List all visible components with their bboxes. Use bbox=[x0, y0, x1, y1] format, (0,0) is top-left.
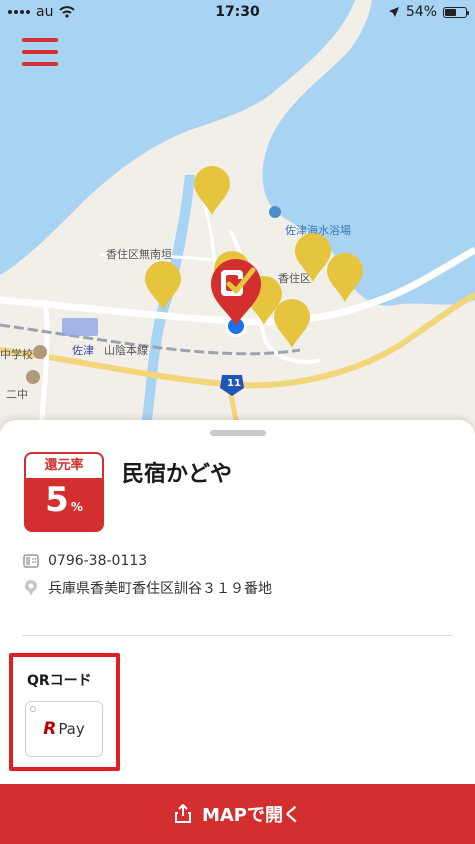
reward-rate-value: 5 bbox=[45, 480, 69, 520]
section-divider bbox=[22, 635, 453, 636]
phone-row[interactable]: 0796-38-0113 bbox=[22, 552, 147, 570]
rakuten-pay-logo: R Pay bbox=[43, 719, 85, 739]
reward-rate-badge: 還元率 5% bbox=[24, 452, 104, 532]
shop-address: 兵庫県香美町香住区訓谷３１９番地 bbox=[48, 581, 272, 597]
status-bar: au 17:30 54% bbox=[0, 0, 475, 24]
rakuten-r-mark: R bbox=[43, 719, 57, 739]
phone-icon bbox=[22, 552, 40, 570]
location-arrow-icon bbox=[388, 7, 399, 17]
map-label-station: 佐津 bbox=[72, 344, 94, 357]
map-label-rail: 山陰本線 bbox=[104, 344, 148, 357]
hamburger-menu-icon[interactable] bbox=[22, 38, 58, 66]
battery-percent: 54% bbox=[405, 4, 437, 20]
rakuten-pay-card[interactable]: R Pay bbox=[25, 701, 103, 757]
map-pin-icon[interactable] bbox=[272, 298, 312, 350]
address-row: 兵庫県香美町香住区訓谷３１９番地 bbox=[22, 578, 272, 598]
checkmark-pin-icon[interactable] bbox=[207, 256, 265, 328]
open-map-label: MAPで開く bbox=[201, 805, 302, 826]
open-map-button[interactable]: MAPで開く bbox=[0, 784, 475, 844]
pay-text: Pay bbox=[58, 720, 85, 738]
sheet-drag-handle[interactable] bbox=[210, 430, 266, 436]
map-view[interactable]: 香住区無南垣 佐津海水浴場 香住区 中学校 二中 佐津 山陰本線 11 bbox=[0, 0, 475, 440]
phone-number[interactable]: 0796-38-0113 bbox=[48, 553, 147, 569]
battery-icon bbox=[443, 6, 469, 18]
share-icon bbox=[174, 804, 191, 823]
map-canvas bbox=[0, 0, 475, 440]
reward-rate-label: 還元率 bbox=[26, 454, 102, 478]
reward-rate-unit: % bbox=[70, 500, 83, 514]
map-pin-icon[interactable] bbox=[192, 165, 232, 217]
map-pin-icon[interactable] bbox=[325, 252, 365, 304]
map-label-school2: 二中 bbox=[6, 388, 28, 401]
shop-detail-sheet: 還元率 5% 民宿かどや 0796-38-0113 兵庫県香美町香住区訓谷３１９… bbox=[0, 420, 475, 844]
qr-payment-section: QRコード R Pay bbox=[9, 653, 120, 771]
qr-section-label: QRコード bbox=[27, 673, 92, 689]
map-label-school: 中学校 bbox=[0, 348, 33, 361]
route-shield-number: 11 bbox=[227, 378, 241, 389]
map-pin-icon[interactable] bbox=[143, 260, 183, 312]
shop-name: 民宿かどや bbox=[122, 462, 233, 487]
map-pin-address-icon bbox=[22, 579, 40, 597]
card-dot-icon bbox=[30, 706, 36, 712]
